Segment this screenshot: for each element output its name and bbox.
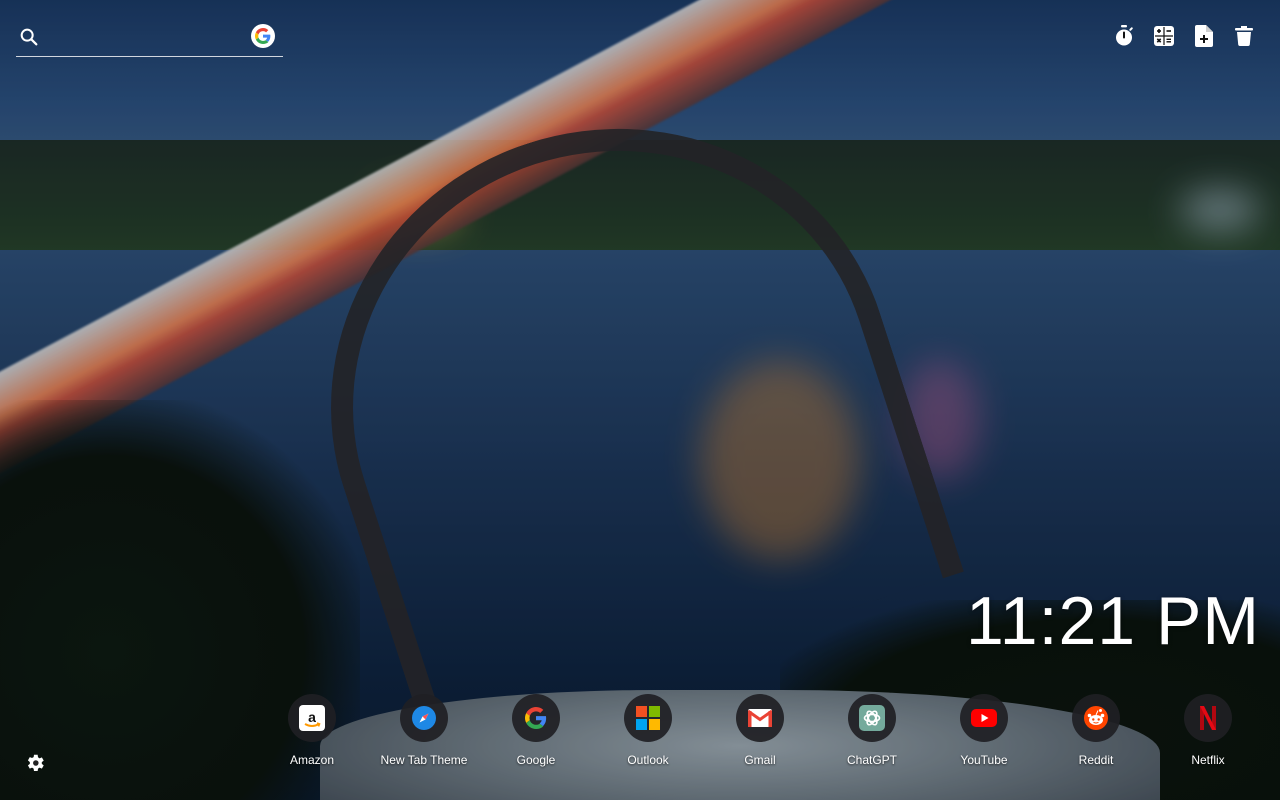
search-bar (16, 20, 283, 57)
search-icon[interactable] (18, 26, 40, 48)
google-icon (512, 694, 560, 742)
shortcut-reddit[interactable]: Reddit (1040, 694, 1152, 767)
shortcut-label: Netflix (1191, 753, 1225, 767)
top-right-toolbar (1112, 24, 1256, 48)
compass-icon (400, 694, 448, 742)
shortcut-label: Gmail (744, 753, 776, 767)
wallpaper-background (0, 0, 1280, 800)
gmail-icon (736, 694, 784, 742)
netflix-icon (1184, 694, 1232, 742)
shortcut-label: Reddit (1078, 753, 1114, 767)
amazon-icon: a (288, 694, 336, 742)
shortcut-chatgpt[interactable]: ChatGPT (816, 694, 928, 767)
clock-time: 11:21 PM (965, 583, 1260, 659)
search-input[interactable] (50, 26, 244, 52)
new-note-icon[interactable] (1192, 24, 1216, 48)
gear-icon[interactable] (24, 752, 48, 776)
youtube-icon (960, 694, 1008, 742)
google-search-engine-icon[interactable] (251, 24, 275, 48)
shortcut-gmail[interactable]: Gmail (704, 694, 816, 767)
shortcut-label: Amazon (289, 753, 335, 767)
shortcut-outlook[interactable]: Outlook (592, 694, 704, 767)
overlay-shade (0, 0, 1280, 800)
shortcut-bar: a Amazon New Tab Theme Google Outlook Gm (256, 694, 1264, 767)
shortcut-google[interactable]: Google (480, 694, 592, 767)
shortcut-netflix[interactable]: Netflix (1152, 694, 1264, 767)
shortcut-amazon[interactable]: a Amazon (256, 694, 368, 767)
shortcut-youtube[interactable]: YouTube (928, 694, 1040, 767)
shortcut-new-tab-theme[interactable]: New Tab Theme (368, 694, 480, 767)
svg-text:a: a (308, 709, 316, 725)
shortcut-label: YouTube (960, 753, 1008, 767)
shortcut-label: Google (516, 753, 556, 767)
reddit-icon (1072, 694, 1120, 742)
timer-icon[interactable] (1112, 24, 1136, 48)
shortcut-label: Outlook (627, 753, 669, 767)
microsoft-icon (624, 694, 672, 742)
calculator-icon[interactable] (1152, 24, 1176, 48)
chatgpt-icon (848, 694, 896, 742)
shortcut-label: ChatGPT (846, 753, 897, 767)
trash-icon[interactable] (1232, 24, 1256, 48)
shortcut-label: New Tab Theme (380, 753, 468, 767)
